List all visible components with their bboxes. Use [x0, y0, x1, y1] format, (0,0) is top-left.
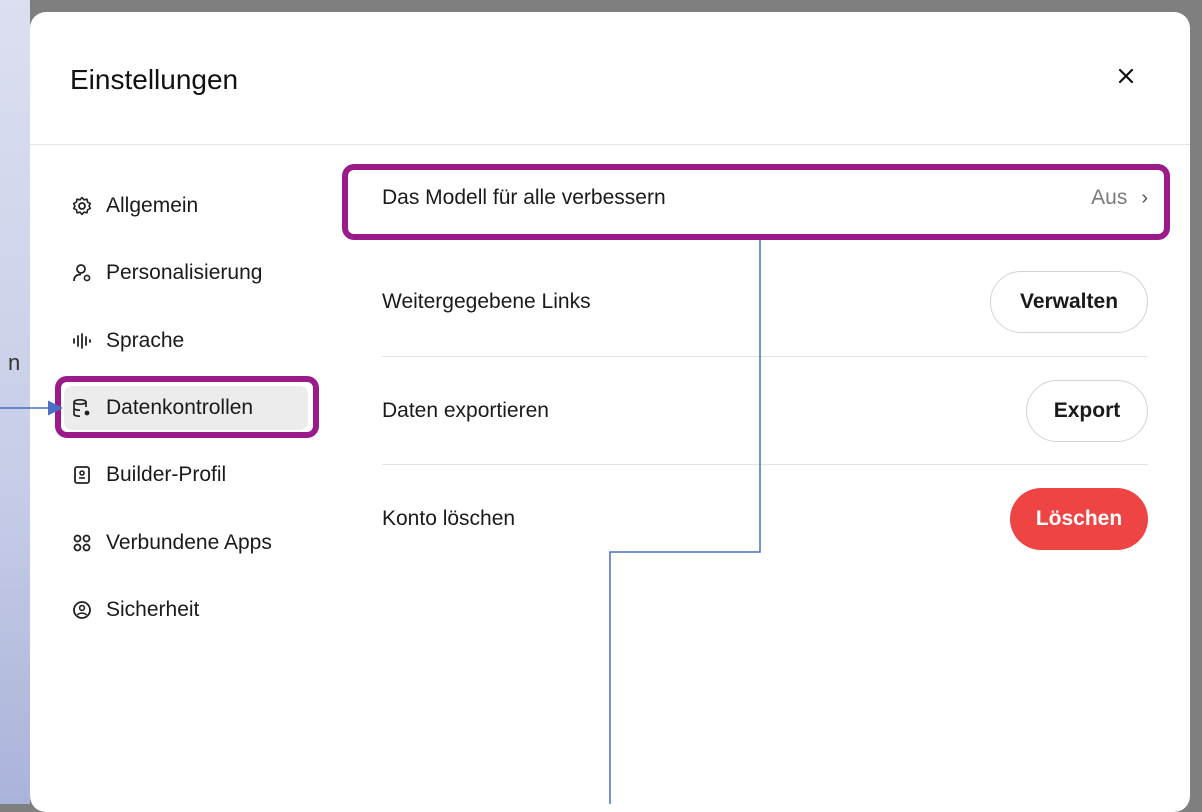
modal-header: Einstellungen: [30, 12, 1190, 145]
export-data-label: Daten exportieren: [382, 399, 549, 422]
id-card-icon: [70, 463, 94, 487]
sidebar-item-verbundene-apps[interactable]: Verbundene Apps: [64, 521, 314, 565]
sidebar-item-label: Sprache: [106, 329, 185, 352]
manage-shared-links-button[interactable]: Verwalten: [990, 271, 1148, 333]
person-settings-icon: [70, 261, 94, 285]
sidebar-item-allgemein[interactable]: Allgemein: [64, 184, 314, 228]
sidebar-item-label: Verbundene Apps: [106, 531, 272, 554]
close-button[interactable]: [1110, 60, 1142, 92]
shared-links-row: Weitergegebene Links Verwalten: [382, 270, 1148, 334]
export-button[interactable]: Export: [1026, 380, 1148, 442]
delete-account-button[interactable]: Löschen: [1010, 488, 1148, 550]
delete-account-row: Konto löschen Löschen: [382, 487, 1148, 551]
sidebar-item-label: Sicherheit: [106, 598, 200, 621]
sidebar-item-label: Personalisierung: [106, 261, 263, 284]
gear-icon: [70, 194, 94, 218]
background-left-strip: [0, 0, 30, 804]
highlight-box-improve-model: [342, 164, 1170, 240]
divider: [382, 464, 1148, 465]
delete-account-label: Konto löschen: [382, 507, 516, 530]
sidebar-item-builder-profil[interactable]: Builder-Profil: [64, 453, 314, 497]
divider: [382, 356, 1148, 357]
waveform-icon: [70, 329, 94, 353]
background-text-fragment: n: [8, 350, 21, 375]
export-data-row: Daten exportieren Export: [382, 379, 1148, 443]
apps-grid-icon: [70, 531, 94, 555]
shared-links-label: Weitergegebene Links: [382, 290, 591, 313]
modal-title: Einstellungen: [70, 64, 239, 95]
sidebar-item-label: Builder-Profil: [106, 463, 227, 486]
sidebar-item-label: Allgemein: [106, 194, 199, 217]
shield-user-icon: [70, 598, 94, 622]
close-icon: [1118, 68, 1134, 84]
sidebar-item-sprache[interactable]: Sprache: [64, 319, 314, 363]
sidebar-item-sicherheit[interactable]: Sicherheit: [64, 588, 314, 632]
sidebar-item-personalisierung[interactable]: Personalisierung: [64, 251, 314, 295]
highlight-box-datenkontrollen: [55, 376, 319, 438]
